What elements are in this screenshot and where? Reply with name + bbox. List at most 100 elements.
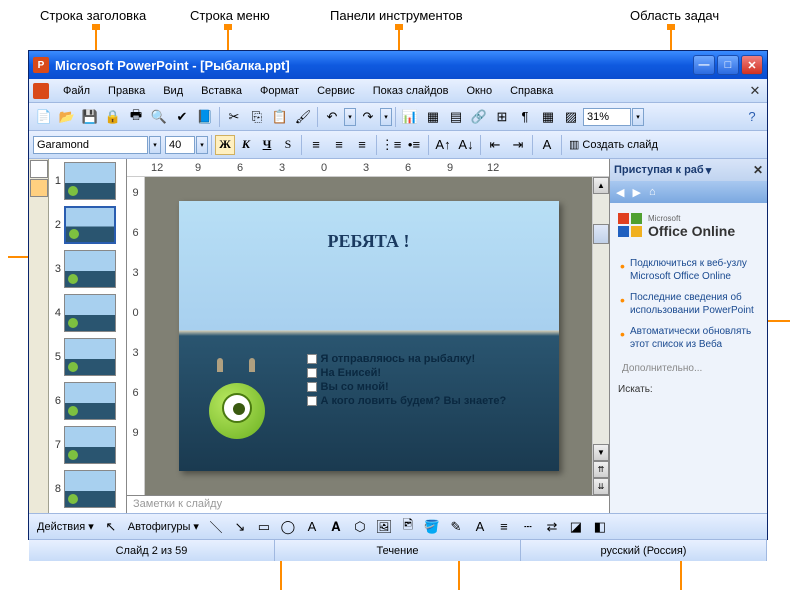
redo-icon[interactable]: ↷ (357, 106, 379, 128)
slide-thumbnails-panel[interactable]: 1 2 3 4 5 6 7 8 (49, 159, 127, 513)
diagram-icon[interactable]: ⬡ (349, 516, 371, 538)
scroll-up-button[interactable]: ▲ (593, 177, 609, 194)
bold-button[interactable]: Ж (215, 135, 235, 155)
slides-tab[interactable] (30, 179, 48, 197)
3d-style-icon[interactable]: ◧ (589, 516, 611, 538)
wordart-icon[interactable]: 𝐀 (325, 516, 347, 538)
undo-icon[interactable]: ↶ (321, 106, 343, 128)
zoom-field[interactable]: 31% (583, 108, 631, 126)
scroll-down-button[interactable]: ▼ (593, 444, 609, 461)
align-right-icon[interactable]: ≡ (351, 134, 373, 156)
font-size-dropdown[interactable]: ▾ (196, 136, 208, 154)
cut-icon[interactable]: ✂ (223, 106, 245, 128)
autoshapes-menu[interactable]: Автофигуры ▾ (124, 520, 203, 533)
tp-link[interactable]: Подключиться к веб-узлу Microsoft Office… (618, 253, 759, 287)
menu-help[interactable]: Справка (502, 83, 561, 99)
menu-file[interactable]: Файл (55, 83, 98, 99)
line-color-icon[interactable]: ✎ (445, 516, 467, 538)
increase-font-icon[interactable]: A↑ (432, 134, 454, 156)
line-style-icon[interactable]: ≡ (493, 516, 515, 538)
format-painter-icon[interactable]: 🖌 (292, 106, 314, 128)
spellcheck-icon[interactable]: ✔ (171, 106, 193, 128)
doc-close-button[interactable]: ✕ (747, 83, 763, 99)
align-left-icon[interactable]: ≡ (305, 134, 327, 156)
notes-pane[interactable]: Заметки к слайду (127, 495, 609, 513)
minimize-button[interactable]: — (693, 55, 715, 75)
undo-dropdown[interactable]: ▾ (344, 108, 356, 126)
align-center-icon[interactable]: ≡ (328, 134, 350, 156)
tp-link[interactable]: Автоматически обновлять этот список из В… (618, 321, 759, 355)
titlebar[interactable]: P Microsoft PowerPoint - [Рыбалка.ppt] —… (29, 51, 767, 79)
vertical-ruler[interactable]: 9630369 (127, 177, 145, 495)
tables-borders-icon[interactable]: ▤ (445, 106, 467, 128)
thumbnail-8[interactable] (64, 470, 116, 508)
menu-slideshow[interactable]: Показ слайдов (365, 83, 457, 99)
font-family-field[interactable]: Garamond (33, 136, 148, 154)
home-icon[interactable]: ⌂ (649, 186, 656, 198)
font-color-draw-icon[interactable]: A (469, 516, 491, 538)
shadow-button[interactable]: S (278, 135, 298, 155)
slide-title-text[interactable]: РЕБЯТА ! (179, 231, 559, 252)
maximize-button[interactable]: □ (717, 55, 739, 75)
picture-icon[interactable]: 🖻 (397, 516, 419, 538)
font-color-icon[interactable]: A (536, 134, 558, 156)
clipart-monster[interactable] (201, 366, 271, 451)
fill-color-icon[interactable]: 🪣 (421, 516, 443, 538)
color-icon[interactable]: ▨ (560, 106, 582, 128)
save-icon[interactable]: 💾 (79, 106, 101, 128)
shadow-style-icon[interactable]: ◪ (565, 516, 587, 538)
scroll-thumb[interactable] (593, 224, 609, 244)
menu-view[interactable]: Вид (155, 83, 191, 99)
slide-workspace[interactable]: РЕБЯТА ! Я отправляюсь на рыбалку! На Ен… (145, 177, 592, 495)
thumbnail-3[interactable] (64, 250, 116, 288)
vertical-scrollbar[interactable]: ▲ ▼ ⇈ ⇊ (592, 177, 609, 495)
underline-button[interactable]: Ч (257, 135, 277, 155)
decrease-font-icon[interactable]: A↓ (455, 134, 477, 156)
research-icon[interactable]: 📘 (194, 106, 216, 128)
dash-style-icon[interactable]: ┄ (517, 516, 539, 538)
close-button[interactable]: ✕ (741, 55, 763, 75)
italic-button[interactable]: К (236, 135, 256, 155)
line-icon[interactable]: ＼ (205, 516, 227, 538)
hyperlink-icon[interactable]: 🔗 (468, 106, 490, 128)
pointer-icon[interactable]: ↖ (100, 516, 122, 538)
textbox-icon[interactable]: A (301, 516, 323, 538)
rectangle-icon[interactable]: ▭ (253, 516, 275, 538)
outline-tab[interactable] (30, 160, 48, 178)
font-family-dropdown[interactable]: ▾ (149, 136, 161, 154)
grid-icon[interactable]: ▦ (537, 106, 559, 128)
redo-dropdown[interactable]: ▾ (380, 108, 392, 126)
new-icon[interactable]: 📄 (33, 106, 55, 128)
numbered-list-icon[interactable]: ⋮≡ (380, 134, 402, 156)
thumbnail-2[interactable] (64, 206, 116, 244)
forward-icon[interactable]: ▶ (632, 186, 640, 199)
thumbnail-6[interactable] (64, 382, 116, 420)
help-icon[interactable]: ? (741, 106, 763, 128)
decrease-indent-icon[interactable]: ⇤ (484, 134, 506, 156)
current-slide[interactable]: РЕБЯТА ! Я отправляюсь на рыбалку! На Ен… (179, 201, 559, 471)
chart-icon[interactable]: 📊 (399, 106, 421, 128)
task-pane-dropdown-icon[interactable]: ▾ (706, 164, 712, 177)
draw-actions-menu[interactable]: Действия ▾ (33, 520, 98, 533)
slide-bullets[interactable]: Я отправляюсь на рыбалку! На Енисей! Вы … (307, 351, 507, 409)
print-icon[interactable]: 🖶 (125, 106, 147, 128)
table-icon[interactable]: ▦ (422, 106, 444, 128)
thumbnail-4[interactable] (64, 294, 116, 332)
next-slide-button[interactable]: ⇊ (593, 478, 609, 495)
menu-window[interactable]: Окно (459, 83, 501, 99)
document-icon[interactable] (33, 83, 49, 99)
zoom-dropdown[interactable]: ▾ (632, 108, 644, 126)
clipart-icon[interactable]: 🖼 (373, 516, 395, 538)
menu-format[interactable]: Формат (252, 83, 307, 99)
font-size-field[interactable]: 40 (165, 136, 195, 154)
bulleted-list-icon[interactable]: •≡ (403, 134, 425, 156)
increase-indent-icon[interactable]: ⇥ (507, 134, 529, 156)
menu-insert[interactable]: Вставка (193, 83, 250, 99)
expand-icon[interactable]: ⊞ (491, 106, 513, 128)
thumbnail-7[interactable] (64, 426, 116, 464)
tp-link[interactable]: Последние сведения об использовании Powe… (618, 287, 759, 321)
thumbnail-1[interactable] (64, 162, 116, 200)
new-slide-button[interactable]: ▥ Создать слайд (565, 138, 662, 151)
oval-icon[interactable]: ◯ (277, 516, 299, 538)
copy-icon[interactable]: ⎘ (246, 106, 268, 128)
